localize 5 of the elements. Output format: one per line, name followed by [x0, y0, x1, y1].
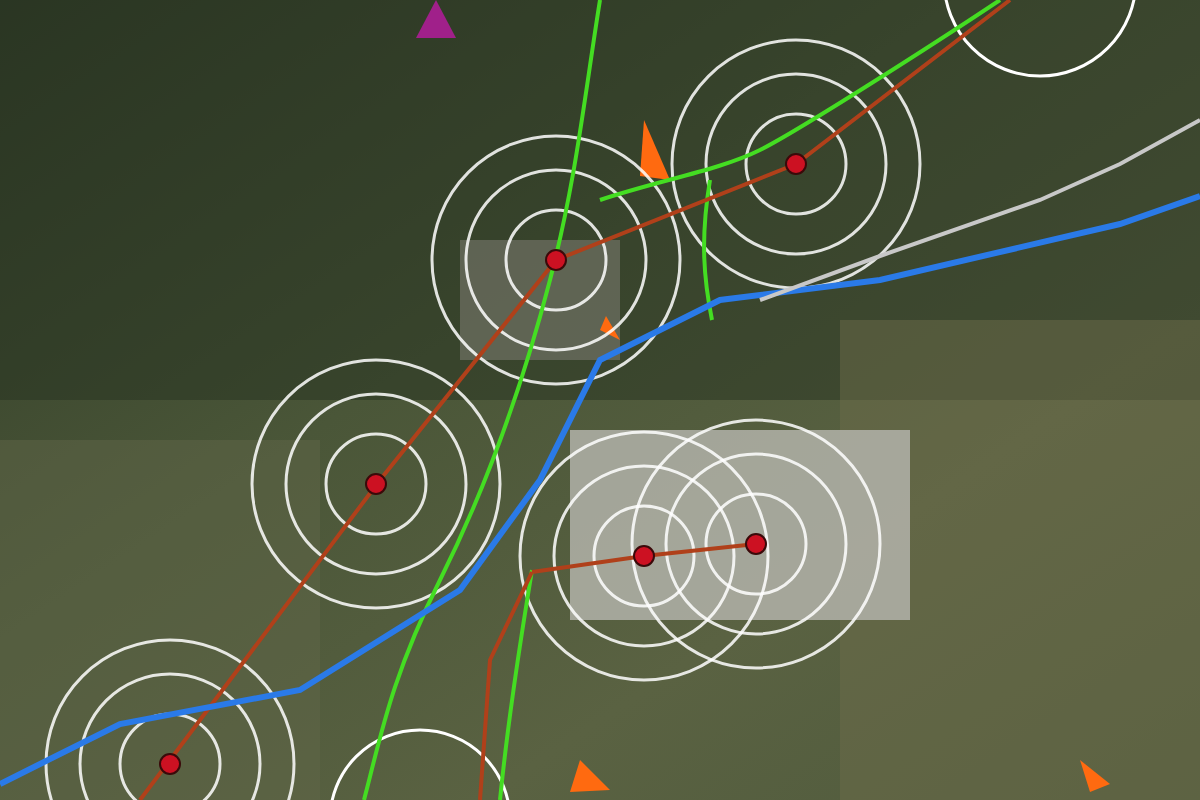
highlight-area [600, 316, 620, 340]
highlight-area [570, 760, 610, 792]
highlight-area [1080, 760, 1110, 792]
highlight-area [640, 120, 670, 180]
triangle-marker[interactable] [416, 0, 456, 38]
